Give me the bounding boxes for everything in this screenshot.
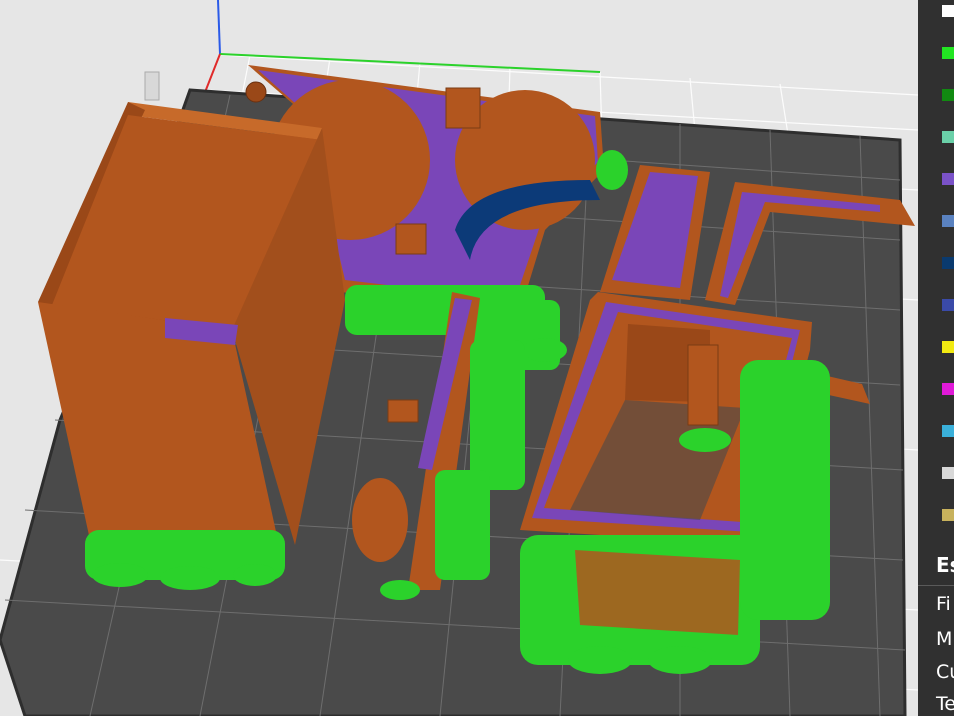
preview-viewport[interactable] — [0, 0, 918, 716]
estimate-row-filament: Fi — [936, 593, 951, 615]
legend-teal-swatch — [942, 131, 954, 143]
legend-white-swatch — [942, 5, 954, 17]
legend-purple-swatch — [942, 173, 954, 185]
legend-steel-blue-swatch — [942, 215, 954, 227]
support-trees-left — [85, 530, 285, 590]
legend-khaki-swatch — [942, 509, 954, 521]
estimate-row-material: M — [936, 628, 953, 650]
z-axis-line — [217, 0, 221, 55]
frame-box-front — [575, 550, 740, 635]
calibration-pillar — [144, 71, 160, 101]
estimate-row-time: Te — [936, 693, 954, 715]
legend-indigo-swatch — [942, 299, 954, 311]
estimate-title: Es — [936, 553, 954, 577]
legend-cyan-swatch — [942, 425, 954, 437]
tall-box — [38, 102, 345, 550]
estimate-divider — [918, 585, 954, 586]
legend-panel: Es Fi M Cu Te — [918, 0, 954, 716]
legend-light-gray-swatch — [942, 467, 954, 479]
legend-navy-swatch — [942, 257, 954, 269]
legend-yellow-swatch — [942, 341, 954, 353]
estimate-row-cost: Cu — [936, 661, 954, 683]
legend-bright-green-swatch — [942, 47, 954, 59]
legend-dark-green-swatch — [942, 89, 954, 101]
legend-magenta-swatch — [942, 383, 954, 395]
